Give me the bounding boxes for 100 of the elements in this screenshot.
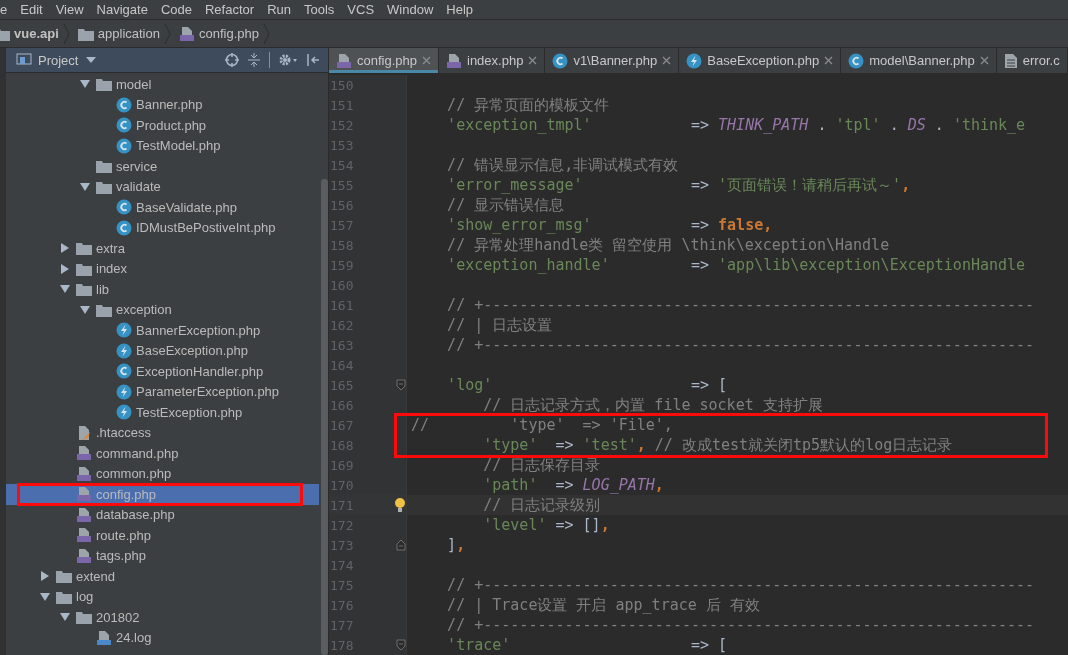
menu-item[interactable]: Code — [160, 2, 192, 17]
tree-item[interactable]: TestModel.php — [6, 135, 319, 156]
file-name: extra — [96, 240, 125, 256]
expanded-arrow-icon[interactable] — [60, 613, 70, 622]
fold-marker-icon[interactable] — [396, 379, 406, 391]
tree-item[interactable]: tags.php — [6, 545, 319, 566]
tree-item[interactable]: route.php — [6, 525, 319, 546]
lightbulb-icon[interactable] — [394, 497, 406, 513]
tree-item[interactable]: database.php — [6, 504, 319, 525]
editor-tab[interactable]: config.php — [329, 48, 439, 73]
editor-tab[interactable]: v1\Banner.php — [545, 48, 680, 73]
close-icon[interactable] — [528, 56, 538, 65]
class-icon — [116, 363, 132, 380]
menu-item[interactable]: Help — [446, 2, 474, 17]
expanded-arrow-icon[interactable] — [80, 182, 90, 191]
tree-item[interactable]: exception — [6, 299, 319, 320]
menu-item[interactable]: VCS — [347, 2, 375, 17]
settings-icon[interactable] — [278, 53, 298, 67]
file-name: lib — [96, 281, 109, 297]
tree-item[interactable]: common.php — [6, 463, 319, 484]
class-icon — [116, 199, 132, 216]
menu-item[interactable]: Window — [387, 2, 434, 17]
class-icon — [552, 52, 569, 69]
file-name: command.php — [96, 445, 179, 461]
tree-item[interactable]: log — [6, 586, 319, 607]
collapse-icon[interactable] — [247, 53, 261, 67]
tree-item[interactable]: service — [6, 156, 319, 177]
project-view-icon — [16, 53, 32, 67]
menu-item[interactable]: Tools — [304, 2, 335, 17]
code-line: 'type' => 'test', // 改成test就关闭tp5默认的log日志记录 — [482, 435, 953, 455]
collapsed-arrow-icon[interactable] — [61, 243, 69, 254]
file-name: ExceptionHandler.php — [136, 363, 264, 379]
file-name: 201802 — [96, 609, 140, 625]
editor-tab[interactable]: BaseException.php — [679, 48, 842, 73]
lightning-icon — [116, 383, 132, 400]
scrollbar-thumb[interactable] — [321, 179, 328, 655]
tree-item[interactable]: BannerException.php — [6, 320, 319, 341]
tree-item[interactable]: TestException.php — [6, 402, 319, 423]
expanded-arrow-icon[interactable] — [80, 80, 90, 89]
code-line: 'exception_handle' => 'app\lib\exception\ExceptionHandle — [446, 256, 1026, 274]
tree-item[interactable]: Product.php — [6, 115, 319, 136]
tree-item[interactable]: ExceptionHandler.php — [6, 361, 319, 382]
dropdown-caret-icon[interactable] — [86, 57, 97, 63]
close-icon[interactable] — [824, 56, 834, 65]
code-line: // +------------------------------------------------------------- — [446, 296, 1035, 314]
menu-item[interactable]: Edit — [20, 2, 43, 17]
breadcrumb-item[interactable]: config.php — [198, 26, 259, 41]
folder-icon — [96, 159, 112, 174]
editor-tab[interactable]: index.php — [439, 48, 546, 73]
expanded-arrow-icon[interactable] — [80, 305, 90, 314]
panel-title[interactable]: Project — [38, 52, 79, 68]
tree-item[interactable]: 24.log — [6, 627, 319, 648]
code-line: // 'type' => 'File', — [411, 416, 673, 434]
collapsed-arrow-icon[interactable] — [61, 263, 69, 274]
tree-item[interactable]: Banner.php — [6, 94, 319, 115]
file-name: TestException.php — [136, 404, 243, 420]
breadcrumb-item[interactable]: vue.api — [14, 26, 59, 41]
close-icon[interactable] — [422, 56, 431, 65]
tree-item[interactable]: 201802 — [6, 607, 319, 628]
file-name: 24.log — [116, 630, 152, 646]
breadcrumb-item[interactable]: application — [97, 26, 160, 41]
tree-item[interactable]: BaseException.php — [6, 340, 319, 361]
tree-item[interactable]: validate — [6, 176, 319, 197]
expanded-arrow-icon[interactable] — [60, 285, 70, 294]
tree-item[interactable]: index — [6, 258, 319, 279]
target-icon[interactable] — [225, 53, 239, 67]
editor-tab[interactable]: model\Banner.php — [841, 48, 997, 73]
php-file-icon — [76, 445, 92, 462]
menu-item[interactable]: e — [0, 2, 8, 17]
folder-icon — [76, 610, 92, 625]
php-file-icon — [76, 486, 92, 503]
expanded-arrow-icon[interactable] — [40, 592, 50, 601]
tree-item[interactable]: BaseValidate.php — [6, 197, 319, 218]
menu-item[interactable]: Refactor — [205, 2, 255, 17]
tree-item[interactable]: ParameterException.php — [6, 381, 319, 402]
file-name: model — [116, 76, 152, 92]
menu-item[interactable]: Run — [267, 2, 291, 17]
tree-item[interactable]: lib — [6, 279, 319, 300]
fold-marker-icon[interactable] — [396, 539, 406, 551]
code-line: // 日志记录级别 — [482, 495, 601, 515]
tree-item[interactable]: extend — [6, 566, 319, 587]
tree-item[interactable]: IDMustBePostiveInt.php — [6, 217, 319, 238]
menu-item[interactable]: View — [55, 2, 84, 17]
fold-marker-icon[interactable] — [396, 639, 406, 651]
close-icon[interactable] — [662, 56, 672, 65]
lightning-icon — [116, 404, 132, 421]
code-line: // 显示错误信息 — [446, 195, 565, 215]
collapsed-arrow-icon[interactable] — [41, 571, 49, 582]
hide-panel-icon[interactable] — [306, 53, 320, 67]
code-line: // 日志保存目录 — [482, 455, 601, 475]
tree-item[interactable]: .htaccess — [6, 422, 319, 443]
file-name: validate — [116, 179, 161, 195]
tree-item[interactable]: extra — [6, 238, 319, 259]
code-line: ], — [446, 536, 466, 554]
tree-item[interactable]: command.php — [6, 443, 319, 464]
php-file-icon — [446, 52, 462, 69]
close-icon[interactable] — [979, 56, 989, 65]
tree-item[interactable]: model — [6, 74, 319, 95]
editor-tab[interactable]: error.c — [996, 48, 1068, 73]
menu-item[interactable]: Navigate — [96, 2, 148, 17]
